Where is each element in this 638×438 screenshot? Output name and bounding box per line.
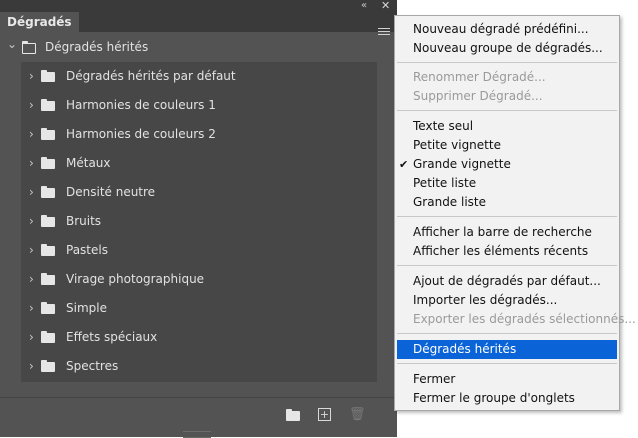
chevron-right-icon[interactable]: › — [29, 178, 34, 207]
folder-icon — [41, 244, 55, 256]
group-label: Harmonies de couleurs 2 — [66, 127, 216, 141]
folder-icon — [41, 186, 55, 198]
collapse-icon[interactable]: « — [361, 1, 367, 11]
menu-separator — [397, 216, 617, 217]
panel-footer: + 🗑 — [0, 397, 397, 432]
group-row[interactable]: › Simple — [21, 294, 377, 323]
group-row[interactable]: › Pastels — [21, 236, 377, 265]
chevron-right-icon[interactable]: › — [29, 265, 34, 294]
folder-open-icon — [22, 41, 36, 54]
group-row[interactable]: › Dégradés hérités par défaut — [21, 62, 377, 91]
group-row[interactable]: › Métaux — [21, 149, 377, 178]
group-label: Harmonies de couleurs 1 — [66, 98, 216, 112]
menu-item-rename-gradient: Renommer Dégradé... — [413, 70, 546, 84]
menu-item-large-thumbnail[interactable]: ✔ Grande vignette — [395, 155, 619, 174]
panel-title-strip: « ✕ — [0, 0, 397, 12]
group-row[interactable]: › Virage photographique — [21, 265, 377, 294]
tab-bar: Dégradés — [0, 12, 397, 35]
group-row[interactable]: › Bruits — [21, 207, 377, 236]
menu-item-large-list[interactable]: Grande liste — [395, 193, 619, 212]
chevron-right-icon[interactable]: › — [29, 91, 34, 120]
menu-item-append-default[interactable]: Ajout de dégradés par défaut... — [395, 272, 619, 291]
new-group-button[interactable] — [286, 408, 300, 421]
menu-item-close[interactable]: Fermer — [395, 370, 619, 389]
group-label: Virage photographique — [66, 272, 205, 286]
group-row[interactable]: › Densité neutre — [21, 178, 377, 207]
group-label: Spectres — [66, 359, 119, 373]
chevron-right-icon[interactable]: › — [29, 323, 34, 352]
group-row[interactable]: › Harmonies de couleurs 2 — [21, 120, 377, 149]
menu-item-small-thumbnail[interactable]: Petite vignette — [395, 136, 619, 155]
panel-flyout-menu: Nouveau dégradé prédéfini... Nouveau gro… — [394, 15, 636, 411]
menu-item-text-only[interactable]: Texte seul — [395, 117, 619, 136]
folder-icon — [41, 331, 55, 343]
group-label: Densité neutre — [66, 185, 156, 199]
group-row[interactable]: › Harmonies de couleurs 1 — [21, 91, 377, 120]
menu-item-show-search-bar[interactable]: Afficher la barre de recherche — [395, 223, 619, 242]
root-group-label: Dégradés hérités — [45, 40, 149, 54]
tab-gradients[interactable]: Dégradés — [0, 12, 79, 32]
menu-separator — [397, 333, 617, 334]
menu-separator — [397, 265, 617, 266]
menu-item-close-tab-group[interactable]: Fermer le groupe d'onglets — [395, 389, 619, 408]
chevron-right-icon[interactable]: › — [29, 294, 34, 323]
chevron-right-icon[interactable]: › — [29, 207, 34, 236]
chevron-right-icon[interactable]: › — [29, 149, 34, 178]
group-label: Effets spéciaux — [66, 330, 158, 344]
menu-item-import-gradients[interactable]: Importer les dégradés... — [395, 291, 619, 310]
menu-item-legacy-gradients[interactable]: Dégradés hérités — [397, 340, 617, 359]
group-label: Dégradés hérités par défaut — [66, 69, 236, 83]
new-gradient-button[interactable]: + — [318, 408, 331, 421]
delete-button[interactable]: 🗑 — [349, 408, 366, 421]
folder-icon — [41, 128, 55, 140]
trash-icon: 🗑 — [349, 407, 366, 422]
menu-separator — [397, 110, 617, 111]
group-label: Simple — [66, 301, 107, 315]
root-group-row[interactable]: ⌄ Dégradés hérités — [0, 33, 397, 61]
menu-separator — [397, 363, 617, 364]
chevron-right-icon[interactable]: › — [29, 62, 34, 91]
gradients-panel: « ✕ Dégradés ⌄ Dégradés hérités › Dégrad… — [0, 0, 397, 438]
folder-icon — [41, 99, 55, 111]
group-row[interactable]: › Spectres — [21, 352, 377, 381]
menu-item-new-gradient-preset[interactable]: Nouveau dégradé prédéfini... — [395, 20, 619, 39]
menu-item-delete-gradient: Supprimer Dégradé... — [413, 89, 543, 103]
group-label: Pastels — [66, 243, 108, 257]
checkmark-icon: ✔ — [399, 158, 409, 171]
folder-icon — [41, 273, 55, 285]
menu-item-small-list[interactable]: Petite liste — [395, 174, 619, 193]
gradient-groups-list: › Dégradés hérités par défaut › Harmonie… — [21, 62, 377, 382]
menu-separator — [397, 62, 617, 63]
chevron-right-icon[interactable]: › — [29, 236, 34, 265]
close-icon[interactable]: ✕ — [381, 0, 390, 11]
plus-icon: + — [319, 408, 330, 421]
group-row[interactable]: › Effets spéciaux — [21, 323, 377, 352]
folder-icon — [41, 360, 55, 372]
folder-icon — [286, 409, 300, 421]
folder-icon — [41, 157, 55, 169]
chevron-down-icon[interactable]: ⌄ — [7, 30, 17, 58]
menu-item-show-recent[interactable]: Afficher les éléments récents — [395, 242, 619, 261]
chevron-right-icon[interactable]: › — [29, 120, 34, 149]
chevron-right-icon[interactable]: › — [29, 352, 34, 381]
folder-icon — [41, 215, 55, 227]
group-label: Bruits — [66, 214, 102, 228]
folder-icon — [41, 70, 55, 82]
folder-icon — [41, 302, 55, 314]
menu-item-export-selected: Exporter les dégradés sélectionnés... — [413, 312, 636, 326]
group-label: Métaux — [66, 156, 111, 170]
menu-item-new-gradient-group[interactable]: Nouveau groupe de dégradés... — [395, 39, 619, 58]
